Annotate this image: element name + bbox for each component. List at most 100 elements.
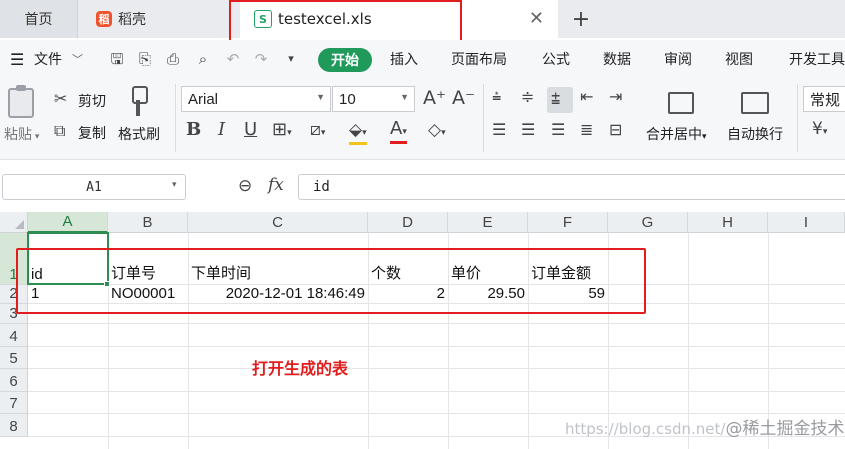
row-header-5[interactable]: 5: [0, 347, 28, 369]
tab-docer[interactable]: 稻 稻壳: [84, 0, 226, 38]
menu-developer[interactable]: 开发工具: [789, 40, 845, 78]
print-icon[interactable]: ⎙: [164, 51, 182, 67]
print-preview-icon[interactable]: ⌕: [194, 51, 212, 67]
ribbon-divider: [175, 84, 176, 152]
menu-file[interactable]: 文件: [34, 40, 62, 78]
annotation-caption: 打开生成的表: [252, 359, 349, 378]
undo-icon[interactable]: ↶: [224, 51, 242, 67]
align-top-icon[interactable]: ⩮: [492, 88, 501, 106]
font-color-icon[interactable]: A▾: [390, 120, 407, 144]
merge-center-icon[interactable]: [668, 92, 694, 114]
fx-icon[interactable]: fx: [268, 175, 284, 195]
align-middle-icon[interactable]: ≑: [521, 88, 534, 106]
column-header-b[interactable]: B: [108, 212, 188, 233]
currency-glyph: ¥: [812, 119, 823, 139]
align-center-icon[interactable]: ☰: [521, 121, 535, 139]
select-all-corner[interactable]: [0, 212, 28, 233]
menu-data[interactable]: 数据: [603, 40, 631, 78]
increase-font-icon[interactable]: A⁺: [423, 89, 446, 108]
font-size-select[interactable]: 10 ▼: [332, 86, 415, 112]
decrease-font-icon[interactable]: A⁻: [452, 89, 475, 108]
column-header-i[interactable]: I: [768, 212, 845, 233]
fill-color-icon[interactable]: ⬙▾: [349, 121, 367, 145]
merge-center-label: 合并居中: [646, 127, 702, 143]
row-header-8[interactable]: 8: [0, 414, 28, 437]
gridline: [28, 346, 845, 347]
zoom-icon[interactable]: ⊖: [238, 176, 252, 196]
chevron-down-icon[interactable]: ▾: [172, 180, 177, 190]
column-header-h[interactable]: H: [688, 212, 768, 233]
wrap-text-icon[interactable]: [741, 92, 769, 114]
watermark-brand: @稀土掘金技术社区: [725, 419, 845, 439]
formula-input[interactable]: id: [298, 174, 845, 200]
border-icon[interactable]: ⊞▾: [272, 121, 292, 142]
tab-highlight-box: [229, 0, 462, 43]
column-header-a[interactable]: A: [28, 212, 108, 233]
redo-icon[interactable]: ↷: [252, 51, 270, 67]
column-header-g[interactable]: G: [608, 212, 688, 233]
tab-home[interactable]: 首页: [0, 0, 78, 38]
align-bottom-icon[interactable]: ⩲: [551, 90, 560, 108]
menu-review[interactable]: 审阅: [664, 40, 692, 78]
font-size-value: 10: [339, 90, 356, 108]
cell-style-icon[interactable]: ⧄▾: [310, 121, 325, 142]
column-header-c[interactable]: C: [188, 212, 368, 233]
gridline: [28, 368, 845, 369]
menu-formulas[interactable]: 公式: [542, 40, 570, 78]
ribbon-divider: [797, 84, 798, 152]
paste-icon[interactable]: [8, 85, 34, 118]
export-icon[interactable]: ⎘: [136, 51, 154, 67]
format-painter-icon[interactable]: [128, 86, 148, 116]
menu-bar: ☰ 文件 ﹀ 🖫 ⎘ ⎙ ⌕ ↶ ↷ ▾ 开始 插入 页面布局 公式 数据 审阅…: [0, 40, 845, 78]
cut-button[interactable]: 剪切: [78, 91, 106, 111]
tab-home-label: 首页: [24, 12, 53, 28]
quick-access-dropdown-icon[interactable]: ▾: [282, 51, 300, 67]
align-left-icon[interactable]: ☰: [492, 121, 506, 139]
column-header-e[interactable]: E: [448, 212, 528, 233]
paste-label: 粘贴: [4, 127, 32, 143]
menu-insert[interactable]: 插入: [390, 40, 418, 78]
paste-button[interactable]: 粘贴 ▾: [4, 124, 39, 144]
decrease-indent-icon[interactable]: ⇤: [580, 88, 593, 106]
number-format-select[interactable]: 常规: [803, 86, 845, 112]
column-header-d[interactable]: D: [368, 212, 448, 233]
hamburger-menu-icon[interactable]: ☰: [10, 40, 24, 78]
ribbon-divider: [483, 84, 484, 152]
chevron-down-icon: ▼: [316, 92, 325, 102]
number-format-value: 常规: [810, 91, 841, 109]
row-header-6[interactable]: 6: [0, 369, 28, 392]
gridline: [28, 391, 845, 392]
scissors-icon[interactable]: ✂: [54, 90, 67, 108]
clear-format-icon[interactable]: ◇▾: [428, 121, 446, 142]
currency-icon[interactable]: ¥▾: [812, 120, 827, 141]
copy-icon[interactable]: ⧉: [54, 122, 65, 140]
bold-icon[interactable]: B: [186, 121, 201, 139]
italic-icon[interactable]: I: [218, 121, 225, 139]
justify-icon[interactable]: ≣: [580, 121, 593, 139]
column-header-f[interactable]: F: [528, 212, 608, 233]
font-name-select[interactable]: Arial ▼: [181, 86, 331, 112]
save-icon[interactable]: 🖫: [108, 51, 126, 67]
tab-docer-label: 稻壳: [118, 12, 146, 28]
row-header-7[interactable]: 7: [0, 392, 28, 414]
increase-indent-icon[interactable]: ⇥: [609, 88, 622, 106]
menu-view[interactable]: 视图: [725, 40, 753, 78]
row-header-4[interactable]: 4: [0, 324, 28, 347]
menu-page-layout[interactable]: 页面布局: [451, 40, 507, 78]
name-box[interactable]: A1: [2, 174, 186, 200]
wrap-text-button[interactable]: 自动换行: [727, 124, 783, 144]
new-tab-icon[interactable]: +: [570, 0, 592, 38]
align-right-icon[interactable]: ☰: [551, 121, 565, 139]
font-name-value: Arial: [188, 90, 219, 108]
copy-button[interactable]: 复制: [78, 123, 106, 143]
distributed-align-icon[interactable]: ⊟: [609, 121, 622, 139]
docer-logo-icon: 稻: [96, 11, 112, 27]
data-highlight-box: [16, 248, 646, 314]
underline-icon[interactable]: U: [244, 121, 257, 139]
merge-center-button[interactable]: 合并居中▾: [646, 124, 707, 144]
close-icon[interactable]: ✕: [529, 10, 544, 28]
chevron-down-icon[interactable]: ﹀: [72, 40, 83, 78]
format-painter-button[interactable]: 格式刷: [118, 124, 160, 144]
watermark: https://blog.csdn.net/@稀土掘金技术社区: [565, 414, 845, 439]
menu-start[interactable]: 开始: [318, 48, 372, 72]
